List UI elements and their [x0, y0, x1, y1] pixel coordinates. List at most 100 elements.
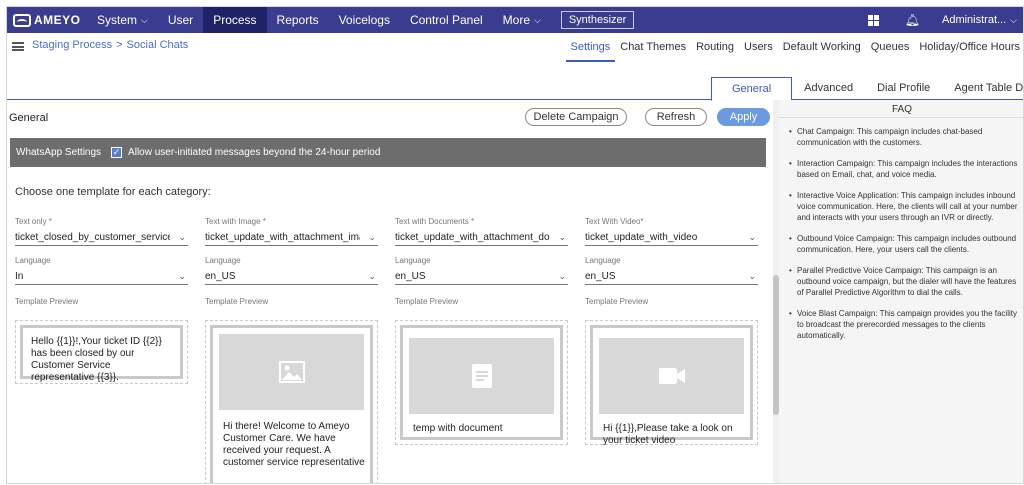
language-label: Language	[205, 256, 241, 265]
chevron-down-icon: ⌄	[748, 271, 756, 281]
choose-template-text: Choose one template for each category:	[15, 186, 211, 198]
allow-messages-checkbox[interactable]: ✓	[111, 147, 123, 158]
video-icon	[658, 368, 685, 384]
delete-campaign-button[interactable]: Delete Campaign	[525, 108, 627, 126]
tab-general[interactable]: General	[711, 77, 793, 101]
faq-item: Interaction Campaign: This campaign incl…	[789, 158, 1023, 180]
chevron-down-icon: ⌄	[368, 271, 376, 281]
chevron-down-icon: ⌄	[178, 271, 186, 281]
whatsapp-settings-bar: WhatsApp Settings ✓ Allow user-initiated…	[10, 138, 766, 167]
brand-name: AMEYO	[34, 13, 81, 27]
preview-text: Hi there! Welcome to Ameyo Customer Care…	[223, 421, 365, 468]
chevron-down-icon: ⌄	[558, 232, 566, 242]
subtab-queues[interactable]: Queues	[866, 39, 915, 62]
faq-item: Interactive Voice Application: This camp…	[789, 190, 1023, 223]
synthesizer-button[interactable]: Synthesizer	[560, 11, 635, 29]
preview-text: Hello {{1}}!,Your ticket ID {{2}} has be…	[31, 336, 162, 383]
nav-more[interactable]: More ⌵	[493, 7, 551, 33]
nav-voicelogs[interactable]: Voicelogs	[329, 7, 400, 33]
preview-label: Template Preview	[205, 297, 269, 306]
brand-logo[interactable]: AMEYO	[7, 7, 87, 33]
nav-control-panel[interactable]: Control Panel	[400, 7, 493, 33]
field-label: Text with Documents *	[395, 217, 475, 226]
video-placeholder	[599, 338, 744, 414]
nav-right: 🔔︎ Administrat... ⌵	[867, 7, 1023, 33]
document-placeholder	[409, 338, 554, 414]
chevron-down-icon: ⌄	[558, 271, 566, 281]
section-title: General	[9, 112, 49, 124]
template-preview-video: Hi {{1}},Please take a look on your tick…	[585, 320, 758, 446]
whatsapp-settings-label: WhatsApp Settings	[16, 147, 102, 158]
chevron-down-icon: ⌵	[1010, 15, 1017, 25]
tab-advanced[interactable]: Advanced	[792, 77, 865, 101]
template-column-text-only: Text only * ticket_closed_by_customer_se…	[15, 217, 188, 306]
breadcrumb-current[interactable]: Social Chats	[127, 39, 189, 51]
language-select-documents[interactable]: en_US ⌄	[395, 269, 568, 285]
language-select-video[interactable]: en_US ⌄	[585, 269, 758, 285]
hamburger-icon[interactable]	[12, 42, 24, 51]
breadcrumb-separator-icon: >	[116, 39, 123, 51]
preview-label: Template Preview	[15, 297, 79, 306]
apply-button[interactable]: Apply	[717, 108, 770, 126]
nav-system[interactable]: System ⌵	[87, 7, 158, 33]
template-select-documents[interactable]: ticket_update_with_attachment_docume⌄	[395, 230, 568, 246]
template-column-video: Text With Video* ticket_update_with_vide…	[585, 217, 758, 306]
template-select-video[interactable]: ticket_update_with_video ⌄	[585, 230, 758, 246]
template-preview-documents: temp with document	[395, 320, 568, 445]
faq-item: Voice Blast Campaign: This campaign prov…	[789, 308, 1023, 341]
nav-reports[interactable]: Reports	[267, 7, 329, 33]
subtab-users[interactable]: Users	[739, 39, 778, 62]
subtab-routing[interactable]: Routing	[691, 39, 739, 62]
template-preview-image: Hi there! Welcome to Ameyo Customer Care…	[205, 320, 378, 483]
chevron-down-icon: ⌄	[748, 232, 756, 242]
subtab-default-working[interactable]: Default Working	[778, 39, 866, 62]
field-label: Text only *	[15, 217, 52, 226]
breadcrumb: Staging Process > Social Chats	[32, 39, 188, 51]
image-icon	[278, 361, 305, 383]
nav-user[interactable]: User	[158, 7, 203, 33]
language-select-image[interactable]: en_US ⌄	[205, 269, 378, 285]
subtab-settings[interactable]: Settings	[565, 39, 616, 62]
refresh-button[interactable]: Refresh	[645, 108, 707, 126]
language-label: Language	[15, 256, 51, 265]
language-label: Language	[395, 256, 431, 265]
faq-item: Outbound Voice Campaign: This campaign i…	[789, 233, 1023, 255]
subtab-holiday-office-hours[interactable]: Holiday/Office Hours	[914, 39, 1023, 62]
language-select-text-only[interactable]: In ⌄	[15, 269, 188, 285]
bell-icon[interactable]: 🔔︎	[905, 13, 920, 27]
subtab-chat-themes[interactable]: Chat Themes	[615, 39, 691, 62]
app-frame: AMEYO System ⌵ User Process Reports Voice…	[6, 6, 1024, 484]
faq-title: FAQ	[779, 100, 1023, 118]
preview-text: temp with document	[413, 423, 503, 434]
template-select-image[interactable]: ticket_update_with_attachment_image_⌄	[205, 230, 378, 246]
document-icon	[471, 364, 492, 388]
faq-list: Chat Campaign: This campaign includes ch…	[779, 118, 1023, 341]
check-icon: ✓	[112, 147, 121, 157]
user-menu[interactable]: Administrat... ⌵	[942, 14, 1017, 26]
nav-process[interactable]: Process	[203, 7, 267, 33]
breadcrumb-root[interactable]: Staging Process	[32, 39, 112, 51]
chevron-down-icon: ⌵	[141, 14, 148, 25]
top-nav: AMEYO System ⌵ User Process Reports Voice…	[7, 7, 1023, 33]
template-preview-text-only: Hello {{1}}!,Your ticket ID {{2}} has be…	[15, 320, 188, 384]
chevron-down-icon: ⌵	[534, 14, 541, 25]
field-label: Text with Image *	[205, 217, 266, 226]
sub-tabs: Settings Chat Themes Routing Users Defau…	[565, 39, 1024, 62]
main-tabs: General Advanced Dial Profile Agent Tabl…	[7, 77, 1023, 101]
preview-text: Hi {{1}},Please take a look on your tick…	[603, 423, 733, 446]
tab-agent-table-definition[interactable]: Agent Table Definition	[942, 77, 1023, 101]
template-column-image: Text with Image * ticket_update_with_att…	[205, 217, 378, 306]
grid-icon[interactable]	[867, 14, 879, 26]
field-label: Text With Video*	[585, 217, 644, 226]
chevron-down-icon: ⌄	[178, 232, 186, 242]
allow-messages-label: Allow user-initiated messages beyond the…	[128, 147, 381, 158]
sub-bar: Staging Process > Social Chats Settings Ch…	[7, 33, 1024, 65]
language-label: Language	[585, 256, 621, 265]
logo-icon	[13, 13, 31, 27]
faq-item: Parallel Predictive Voice Campaign: This…	[789, 265, 1023, 298]
template-select-text-only[interactable]: ticket_closed_by_customer_service_rep⌄	[15, 230, 188, 246]
chevron-down-icon: ⌄	[368, 232, 376, 242]
tab-dial-profile[interactable]: Dial Profile	[865, 77, 942, 101]
general-panel: General Delete Campaign Refresh Apply Wh…	[7, 100, 772, 483]
image-placeholder	[219, 334, 364, 410]
